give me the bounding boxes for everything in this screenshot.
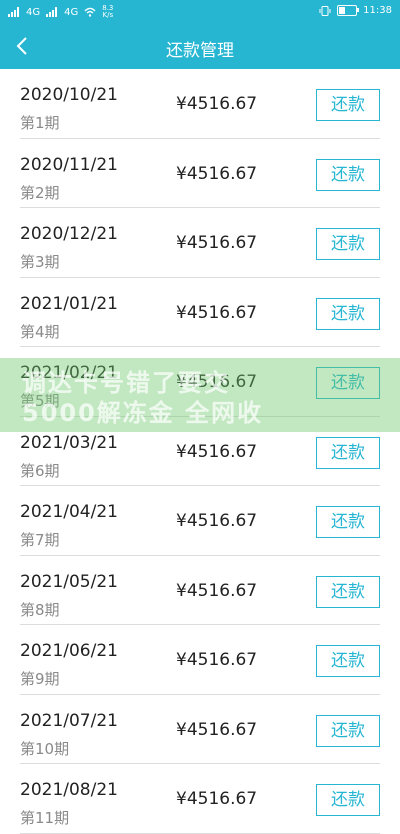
status-right: 11:38 bbox=[319, 5, 392, 16]
wifi-icon bbox=[84, 7, 96, 17]
due-date: 2021/04/21 bbox=[20, 502, 118, 522]
amount: ¥4516.67 bbox=[176, 580, 258, 601]
list-item: 2021/01/21 第4期 ¥4516.67 还款 bbox=[20, 278, 380, 347]
due-date: 2021/08/21 bbox=[20, 780, 118, 800]
due-date: 2020/11/21 bbox=[20, 154, 118, 175]
period-label: 第1期 bbox=[20, 114, 60, 132]
status-left: 4G 4G 8.3 K/s bbox=[8, 5, 113, 19]
list-item: 2021/05/21 第8期 ¥4516.67 还款 bbox=[20, 556, 380, 625]
list-item: 2020/12/21 第3期 ¥4516.67 还款 bbox=[20, 208, 380, 278]
amount: ¥4516.67 bbox=[176, 789, 258, 809]
repay-button[interactable]: 还款 bbox=[316, 436, 380, 469]
period-label: 第10期 bbox=[20, 739, 70, 758]
watermark-line-1: 调达卡号错了要交 bbox=[22, 369, 230, 397]
signal-icon bbox=[8, 7, 19, 17]
amount: ¥4516.67 bbox=[176, 511, 258, 531]
carrier-label-2: 4G bbox=[64, 6, 79, 18]
period-label: 第8期 bbox=[20, 600, 60, 619]
due-date: 2021/01/21 bbox=[20, 293, 118, 314]
period-label: 第11期 bbox=[20, 809, 70, 827]
list-item: 2020/11/21 第2期 ¥4516.67 还款 bbox=[20, 139, 380, 208]
due-date: 2021/03/21 bbox=[20, 432, 118, 453]
repay-button[interactable]: 还款 bbox=[316, 158, 380, 191]
list-item: 2020/10/21 第1期 ¥4516.67 还款 bbox=[20, 69, 380, 139]
list-item: 2021/04/21 第7期 ¥4516.67 还款 bbox=[20, 486, 380, 556]
repay-button[interactable]: 还款 bbox=[316, 575, 380, 608]
repay-button[interactable]: 还款 bbox=[316, 506, 380, 538]
list-item: 2021/08/21 第11期 ¥4516.67 还款 bbox=[20, 764, 380, 834]
period-label: 第6期 bbox=[20, 461, 60, 480]
repay-button[interactable]: 还款 bbox=[316, 784, 380, 816]
due-date: 2020/12/21 bbox=[20, 224, 118, 244]
status-bar: 4G 4G 8.3 K/s 11:38 bbox=[0, 0, 400, 24]
signal-icon-2 bbox=[46, 7, 58, 17]
due-date: 2020/10/21 bbox=[20, 85, 118, 105]
repay-button[interactable]: 还款 bbox=[316, 714, 380, 747]
battery-icon bbox=[337, 5, 360, 16]
repay-button[interactable]: 还款 bbox=[316, 228, 380, 260]
watermark-overlay: 调达卡号错了要交 5000解冻金 全网收 bbox=[0, 358, 400, 432]
period-label: 第7期 bbox=[20, 531, 60, 549]
amount: ¥4516.67 bbox=[176, 719, 258, 740]
app-header: 还款管理 bbox=[0, 24, 400, 69]
repay-button[interactable]: 还款 bbox=[316, 297, 380, 330]
carrier-label-1: 4G bbox=[26, 6, 41, 18]
period-label: 第3期 bbox=[20, 253, 60, 271]
amount: ¥4516.67 bbox=[176, 163, 258, 184]
page-title: 还款管理 bbox=[166, 41, 234, 61]
repay-button[interactable]: 还款 bbox=[316, 89, 380, 121]
period-label: 第9期 bbox=[20, 670, 60, 688]
due-date: 2021/06/21 bbox=[20, 641, 118, 661]
watermark-text: 调达卡号错了要交 5000解冻金 全网收 bbox=[22, 368, 382, 428]
amount: ¥4516.67 bbox=[176, 302, 258, 323]
repay-button[interactable]: 还款 bbox=[316, 645, 380, 677]
amount: ¥4516.67 bbox=[176, 94, 258, 114]
period-label: 第4期 bbox=[20, 322, 60, 341]
status-time: 11:38 bbox=[363, 5, 392, 16]
amount: ¥4516.67 bbox=[176, 233, 258, 253]
due-date: 2021/05/21 bbox=[20, 571, 118, 592]
list-item: 2021/07/21 第10期 ¥4516.67 还款 bbox=[20, 695, 380, 764]
due-date: 2021/07/21 bbox=[20, 710, 118, 731]
net-speed: 8.3 K/s bbox=[102, 4, 114, 19]
watermark-line-2: 5000解冻金 全网收 bbox=[22, 399, 264, 427]
amount: ¥4516.67 bbox=[176, 441, 258, 462]
repayment-list: 2020/10/21 第1期 ¥4516.67 还款 2020/11/21 第2期 ¥451… bbox=[0, 69, 400, 834]
list-item: 2021/06/21 第9期 ¥4516.67 还款 bbox=[20, 625, 380, 695]
period-label: 第2期 bbox=[20, 183, 60, 202]
vibrate-icon bbox=[319, 5, 331, 16]
amount: ¥4516.67 bbox=[176, 650, 258, 670]
